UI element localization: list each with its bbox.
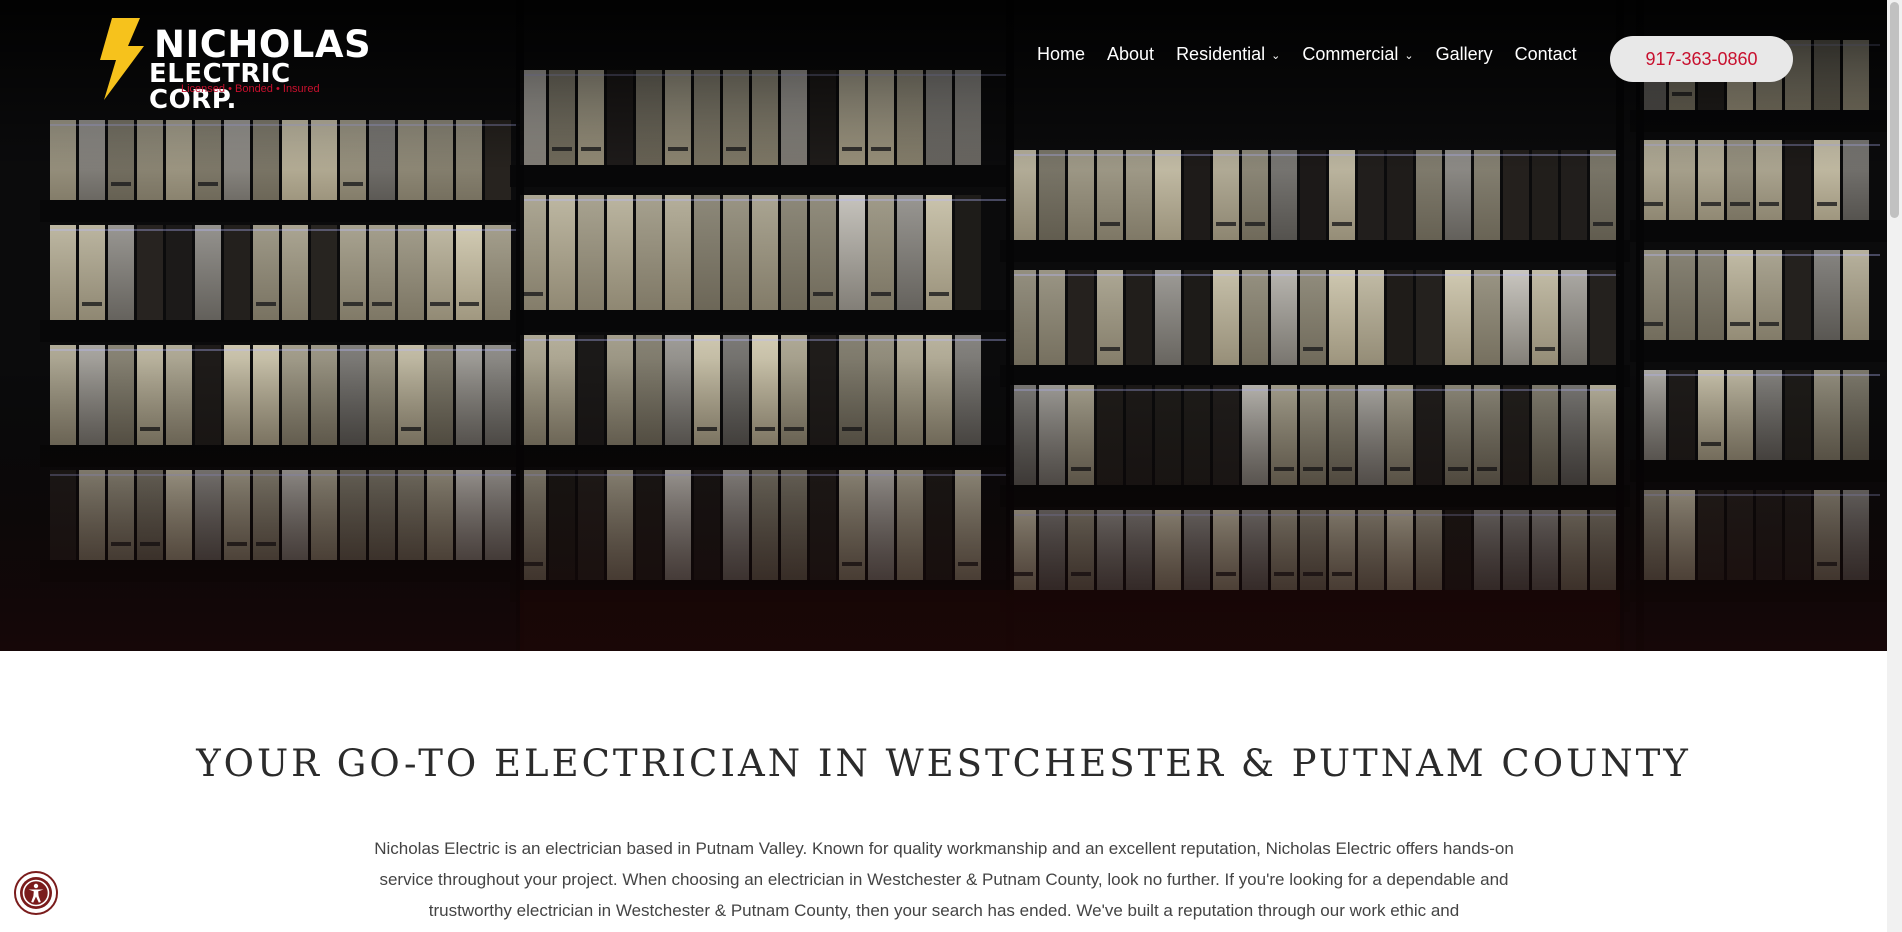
nav-gallery[interactable]: Gallery — [1436, 44, 1493, 65]
main-nav: Home About Residential ⌄ Commercial ⌄ Ga… — [1037, 44, 1599, 65]
nav-commercial[interactable]: Commercial ⌄ — [1302, 44, 1413, 65]
logo-tagline: Licensed • Bonded • Insured — [181, 83, 320, 95]
chevron-down-icon: ⌄ — [1271, 50, 1281, 62]
nav-gallery-label: Gallery — [1435, 44, 1493, 64]
nav-home[interactable]: Home — [1037, 44, 1085, 65]
company-logo[interactable]: NICHOLAS ELECTRIC CORP. Licensed • Bonde… — [94, 16, 374, 113]
nav-commercial-label: Commercial — [1302, 44, 1399, 64]
nav-contact[interactable]: Contact — [1515, 44, 1577, 65]
intro-paragraph: Nicholas Electric is an electrician base… — [374, 839, 1514, 920]
page-scrollbar[interactable] — [1887, 0, 1902, 932]
logo-name-line1: NICHOLAS — [154, 23, 372, 66]
nav-residential-label: Residential — [1176, 44, 1266, 64]
accessibility-person-icon — [20, 877, 52, 909]
nav-residential[interactable]: Residential ⌄ — [1176, 44, 1280, 65]
nav-contact-label: Contact — [1514, 44, 1577, 64]
nav-about[interactable]: About — [1107, 44, 1154, 65]
scrollbar-thumb[interactable] — [1890, 2, 1899, 218]
lightning-bolt-icon — [100, 18, 144, 100]
nav-home-label: Home — [1037, 44, 1086, 64]
page-heading: YOUR GO-TO ELECTRICIAN IN WESTCHESTER & … — [196, 742, 1691, 785]
accessibility-button[interactable] — [14, 871, 58, 915]
nav-about-label: About — [1107, 44, 1155, 64]
hero-banner: NICHOLAS ELECTRIC CORP. Licensed • Bonde… — [0, 0, 1887, 651]
chevron-down-icon: ⌄ — [1404, 50, 1414, 62]
phone-call-button[interactable]: 917-363-0860 — [1610, 36, 1793, 82]
